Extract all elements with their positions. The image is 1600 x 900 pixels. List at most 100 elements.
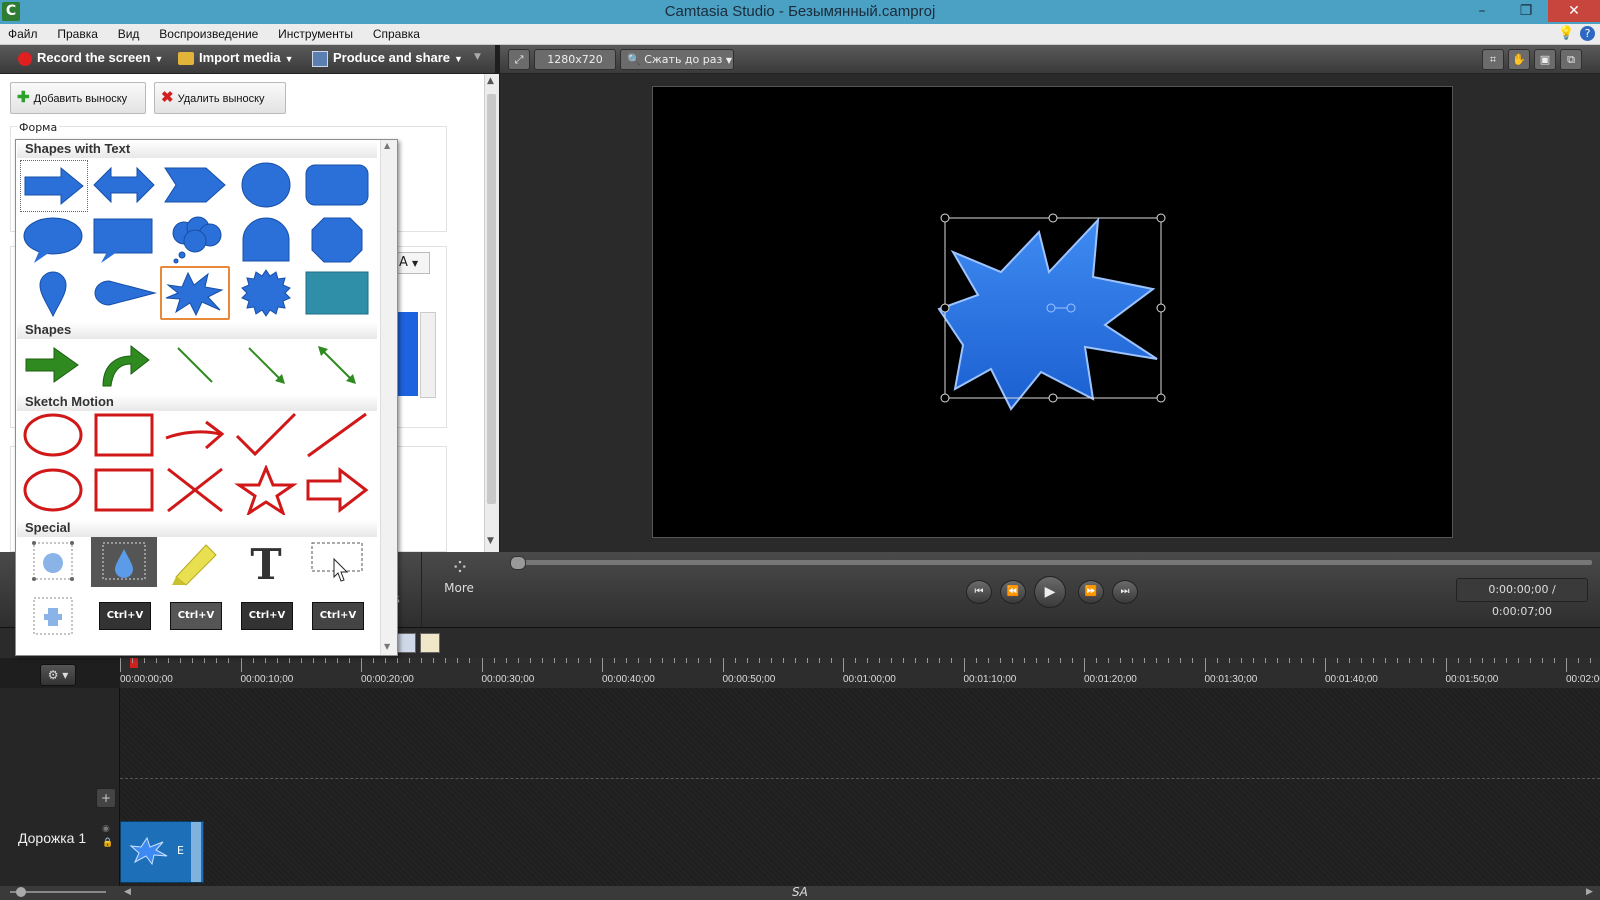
minimize-icon[interactable]: – xyxy=(1460,0,1504,22)
callouts-scrollbar[interactable]: ▲ ▼ xyxy=(484,74,499,552)
rewind-icon[interactable]: ⏪ xyxy=(1000,580,1026,604)
special-highlight[interactable] xyxy=(162,537,228,587)
special-text[interactable]: T xyxy=(233,537,299,587)
special-hotspot[interactable] xyxy=(304,537,370,587)
shape-green-arrow[interactable] xyxy=(20,340,86,390)
special-keystroke-1[interactable]: Ctrl+V xyxy=(91,592,157,642)
help-icon[interactable]: ? xyxy=(1580,26,1595,41)
shape-arrow-right-text[interactable] xyxy=(20,160,88,212)
sketch-arrow[interactable] xyxy=(162,410,228,460)
zoom-slider-handle[interactable] xyxy=(16,887,26,897)
scroll-right-icon[interactable]: ▶ xyxy=(1586,887,1593,897)
shape-seal[interactable] xyxy=(233,268,299,318)
more-button[interactable]: ⁘ More xyxy=(421,552,496,627)
produce-share-button[interactable]: Produce and share ▼ xyxy=(312,50,463,68)
sketch-slash[interactable] xyxy=(304,410,370,460)
chevron-up-icon[interactable]: ▲ xyxy=(487,76,494,86)
timeline-tick-mark xyxy=(903,658,905,663)
shape-thought-cloud[interactable] xyxy=(162,215,228,265)
special-keystroke-3[interactable]: Ctrl+V xyxy=(233,592,299,642)
menu-file[interactable]: Файл xyxy=(0,24,46,41)
skip-back-icon[interactable]: ⏮ xyxy=(966,580,992,604)
record-screen-button[interactable]: Record the screen ▼ xyxy=(18,50,163,68)
shape-chevron-text[interactable] xyxy=(162,160,228,210)
scroll-thumb[interactable] xyxy=(487,94,496,504)
shape-double-line-arrow[interactable] xyxy=(304,340,370,390)
shapes-popup-scrollbar[interactable]: ▲ ▼ xyxy=(380,140,397,655)
paste-icon[interactable] xyxy=(420,633,440,653)
special-spotlight[interactable] xyxy=(91,537,157,587)
skip-forward-icon[interactable]: ⏭ xyxy=(1112,580,1138,604)
shape-teal-rect[interactable] xyxy=(304,268,370,318)
detach-icon[interactable]: ⧉ xyxy=(1560,49,1582,70)
shape-octagon[interactable] xyxy=(304,215,370,265)
color-swatch[interactable] xyxy=(396,312,418,396)
shape-green-curved-arrow[interactable] xyxy=(91,340,157,390)
restore-icon[interactable]: ❐ xyxy=(1504,0,1548,22)
gear-icon[interactable]: ⚙ ▾ xyxy=(40,664,76,686)
add-callout-button[interactable]: ✚ Добавить выноску xyxy=(10,82,146,114)
remove-callout-button[interactable]: ✖ Удалить выноску xyxy=(154,82,286,114)
swatch-scrollbar[interactable] xyxy=(420,312,436,398)
resize-icon[interactable]: ⤢ xyxy=(508,49,530,70)
sketch-circle[interactable] xyxy=(20,410,86,460)
menu-playback[interactable]: Воспроизведение xyxy=(151,24,266,41)
clip-trim-handle[interactable] xyxy=(191,822,201,882)
shape-speech-oval[interactable] xyxy=(20,215,86,265)
hand-pan-icon[interactable]: ✋ xyxy=(1508,49,1530,70)
sketch-checkmark[interactable] xyxy=(233,410,299,460)
preview-canvas[interactable] xyxy=(652,86,1453,538)
shape-teardrop[interactable] xyxy=(91,268,157,318)
scrubber-handle[interactable] xyxy=(510,556,526,570)
shape-line-arrow[interactable] xyxy=(233,340,299,390)
shape-circle-text[interactable] xyxy=(233,160,299,210)
special-zoom-blur[interactable] xyxy=(20,592,86,642)
shape-double-arrow-text[interactable] xyxy=(91,160,157,210)
shape-pin-drop[interactable] xyxy=(20,268,86,318)
font-dropdown[interactable]: A ▼ xyxy=(396,252,430,274)
menu-help[interactable]: Справка xyxy=(365,24,428,41)
menu-tools[interactable]: Инструменты xyxy=(270,24,361,41)
add-track-icon[interactable]: + xyxy=(96,788,116,808)
shape-rounded-rect-text[interactable] xyxy=(304,160,370,210)
shape-burst-selected[interactable] xyxy=(160,266,230,320)
copy-icon[interactable] xyxy=(396,633,416,653)
special-blur[interactable] xyxy=(20,537,86,587)
play-icon[interactable]: ▶ xyxy=(1034,576,1066,608)
timeline-tick-mark xyxy=(204,658,206,663)
menu-edit[interactable]: Правка xyxy=(49,24,106,41)
sketch-star[interactable] xyxy=(233,465,299,515)
import-media-button[interactable]: Import media ▼ xyxy=(178,50,294,68)
chevron-up-icon[interactable]: ▲ xyxy=(384,141,390,150)
scrubber-track[interactable] xyxy=(510,556,1592,570)
scroll-left-icon[interactable]: ◀ xyxy=(124,887,131,897)
crop-icon[interactable]: ⌗ xyxy=(1482,49,1504,70)
burst-callout-shape[interactable] xyxy=(937,217,1158,411)
sketch-rectangle[interactable] xyxy=(91,410,157,460)
eye-icon[interactable]: ◉ xyxy=(102,824,110,834)
timeline-ruler[interactable]: 00:00:00;00 00:00:10;00 00:00:20;00 00:00:3… xyxy=(120,658,1600,689)
sketch-oval[interactable] xyxy=(20,465,86,515)
shape-speech-rect[interactable] xyxy=(91,215,157,265)
toolbar-overflow-icon[interactable]: ▼ xyxy=(474,52,481,62)
lock-icon[interactable]: 🔒 xyxy=(102,838,113,848)
dimensions-button[interactable]: 1280x720 xyxy=(534,49,616,70)
shape-line[interactable] xyxy=(162,340,228,390)
sketch-block-arrow[interactable] xyxy=(304,465,370,515)
special-keystroke-2[interactable]: Ctrl+V xyxy=(162,592,228,642)
chevron-down-icon[interactable]: ▼ xyxy=(384,642,390,651)
delete-x-icon: ✖ xyxy=(161,89,174,106)
fit-icon[interactable]: ▣ xyxy=(1534,49,1556,70)
fast-forward-icon[interactable]: ⏩ xyxy=(1078,580,1104,604)
close-icon[interactable]: ✕ xyxy=(1548,0,1600,22)
sketch-x[interactable] xyxy=(162,465,228,515)
timeline-clip[interactable]: E xyxy=(120,821,204,883)
chevron-down-icon[interactable]: ▼ xyxy=(487,536,494,546)
shape-round-tab[interactable] xyxy=(233,215,299,265)
track-area[interactable] xyxy=(120,688,1600,886)
lightbulb-icon[interactable]: 💡 xyxy=(1558,26,1574,41)
sketch-square[interactable] xyxy=(91,465,157,515)
special-keystroke-4[interactable]: Ctrl+V xyxy=(304,592,370,642)
menu-view[interactable]: Вид xyxy=(110,24,148,41)
zoom-dropdown[interactable]: 🔍 Сжать до раз ▼ xyxy=(620,49,734,70)
